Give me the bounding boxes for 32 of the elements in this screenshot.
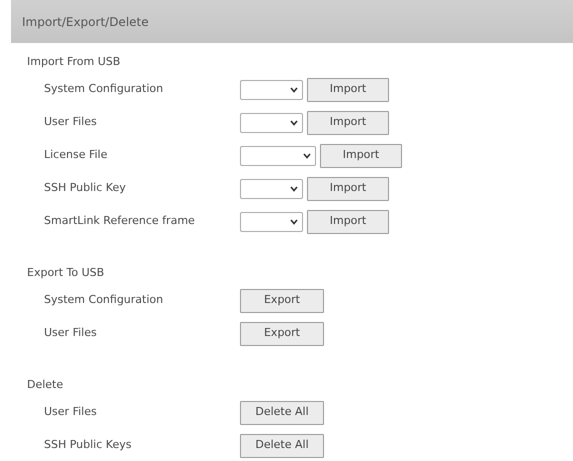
file-dropdown[interactable] <box>240 80 303 100</box>
field-label: User Files <box>44 404 98 420</box>
action-button[interactable]: Export <box>240 322 324 346</box>
action-button[interactable]: Delete All <box>240 400 324 424</box>
import-button[interactable]: Import <box>307 210 389 234</box>
import-button[interactable]: Import <box>307 78 389 102</box>
file-dropdown[interactable] <box>240 146 316 166</box>
field-label: User Files <box>44 325 98 342</box>
field-label: License File <box>44 147 108 164</box>
panel-title: Import/Export/Delete <box>22 14 149 30</box>
field-label: SmartLink Reference frame <box>44 213 196 230</box>
file-dropdown[interactable] <box>240 112 303 132</box>
field-label: User Files <box>44 114 98 130</box>
import-button[interactable]: Import <box>307 110 389 134</box>
import-button[interactable]: Import <box>307 176 389 200</box>
chevron-down-icon <box>303 152 311 158</box>
section-title: Delete <box>27 376 64 393</box>
chevron-down-icon <box>290 120 298 126</box>
action-button[interactable]: Export <box>240 288 324 312</box>
chevron-down-icon <box>290 186 298 192</box>
import-button[interactable]: Import <box>320 144 402 168</box>
section-title: Export To USB <box>27 264 104 281</box>
file-dropdown[interactable] <box>240 212 303 232</box>
section-title: Import From USB <box>27 54 120 70</box>
field-label: System Configuration <box>44 81 164 98</box>
field-label: System Configuration <box>44 292 164 308</box>
chevron-down-icon <box>290 218 298 224</box>
chevron-down-icon <box>290 86 298 92</box>
field-label: SSH Public Key <box>44 180 127 196</box>
file-dropdown[interactable] <box>240 178 303 198</box>
action-button[interactable]: Delete All <box>240 434 324 458</box>
field-label: SSH Public Keys <box>44 437 132 454</box>
